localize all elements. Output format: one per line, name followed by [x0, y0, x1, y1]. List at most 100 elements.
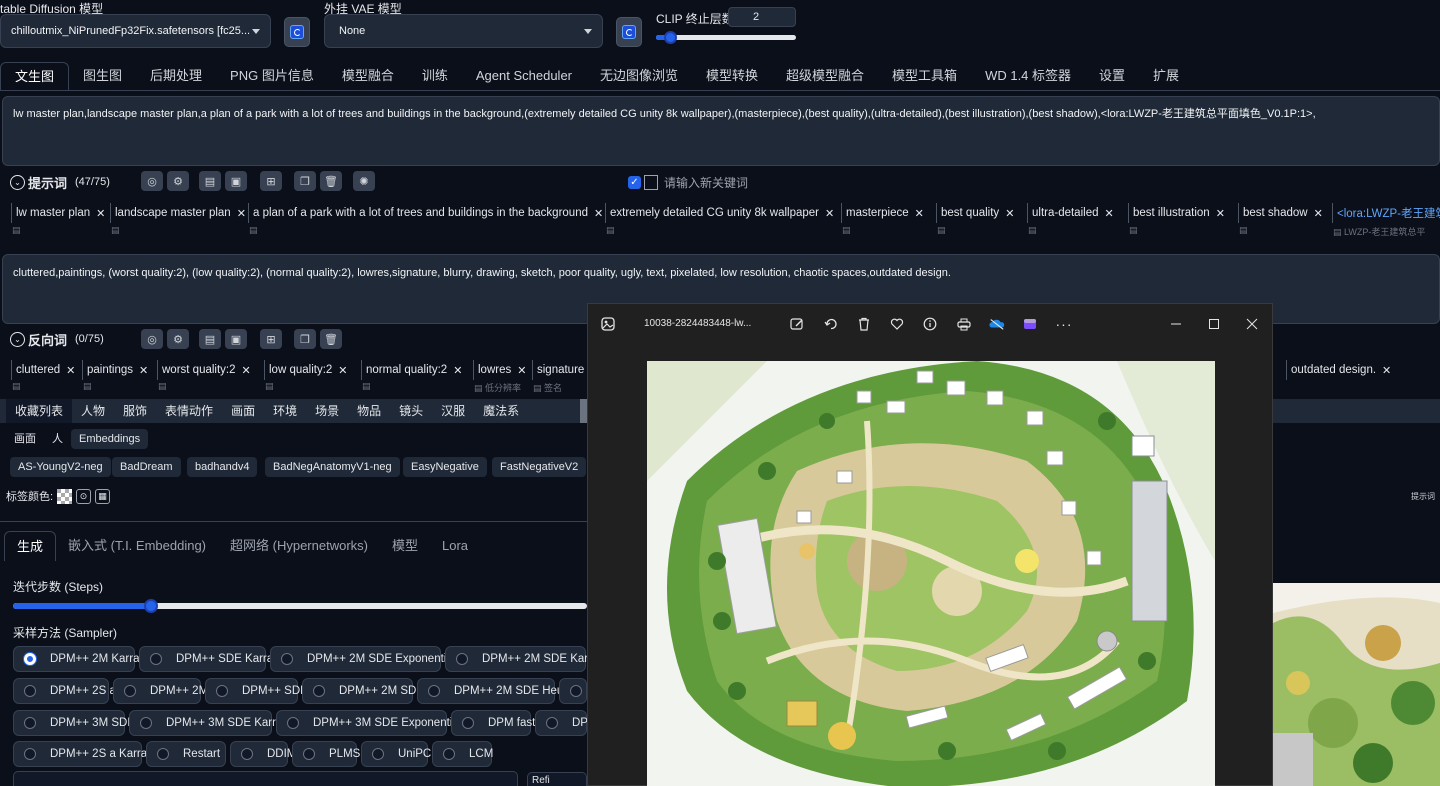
category-tab[interactable]: 人物 [72, 399, 114, 423]
category-tab[interactable]: 服饰 [114, 399, 156, 423]
tab-agent-scheduler[interactable]: Agent Scheduler [462, 62, 586, 90]
prompt-tag[interactable]: best shadow ✕ [1238, 203, 1327, 223]
tab-extras[interactable]: 后期处理 [136, 62, 216, 90]
sampler-option[interactable]: Restart [146, 741, 226, 767]
tab-model-toolkit[interactable]: 模型工具箱 [878, 62, 971, 90]
close-icon[interactable]: ✕ [915, 207, 924, 220]
trash-icon[interactable]: 🗑 [320, 171, 342, 191]
close-icon[interactable]: ✕ [594, 207, 603, 220]
sampler-option[interactable] [559, 678, 587, 704]
openai-icon[interactable]: ✺ [353, 171, 375, 191]
generation-tab[interactable]: 超网络 (Hypernetworks) [218, 531, 380, 561]
category-tab[interactable]: 收藏列表 [6, 399, 73, 423]
sampler-option[interactable]: DPM++ 2S a [13, 678, 116, 704]
embedding-chip[interactable]: AS-YoungV2-neg [10, 457, 111, 477]
prompt-tag[interactable]: lw master plan ✕ [11, 203, 109, 223]
preview-image-partial[interactable] [1273, 583, 1440, 786]
category-tab[interactable]: 画面 [222, 399, 264, 423]
tab-image-browser[interactable]: 无边图像浏览 [586, 62, 692, 90]
embedding-chip[interactable]: EasyNegative [403, 457, 487, 477]
prompt-tag[interactable]: <lora:LWZP-老王建筑 [1332, 203, 1440, 223]
negative-tag[interactable]: worst quality:2 ✕ [157, 360, 255, 380]
sampler-option[interactable]: DPM++ 2M Karras [13, 646, 145, 672]
scrollbar[interactable] [580, 399, 587, 423]
sampler-option[interactable]: PLMS [292, 741, 360, 767]
sampler-option[interactable]: DPM++ 3M SDE Karras [129, 710, 288, 736]
generation-tab[interactable]: 嵌入式 (T.I. Embedding) [56, 531, 218, 561]
bookmark-icon[interactable]: ▣ [225, 171, 247, 191]
prompt-tag[interactable]: masterpiece ✕ [841, 203, 928, 223]
reset-icon[interactable]: ⊙ [76, 488, 92, 504]
heart-icon[interactable] [889, 316, 905, 332]
category-tab[interactable]: 场景 [306, 399, 348, 423]
close-icon[interactable]: ✕ [1005, 207, 1014, 220]
close-icon[interactable]: ✕ [66, 364, 75, 377]
tab-img2img[interactable]: 图生图 [69, 62, 136, 90]
hires-fix-panel[interactable] [13, 771, 518, 786]
gear-icon[interactable]: ⚙ [167, 171, 189, 191]
sampler-option[interactable]: DPM++ SDE Karras [139, 646, 279, 672]
sampler-option[interactable]: DPM++ 2M SDE Heun [417, 678, 570, 704]
negative-tag[interactable]: outdated design. ✕ [1286, 360, 1395, 380]
sampler-option[interactable]: DDIM [230, 741, 296, 767]
save-icon[interactable]: ▦ [95, 488, 111, 504]
clipboard-icon[interactable]: ▤ [199, 329, 221, 349]
minimize-icon[interactable] [1168, 316, 1184, 332]
gear-icon[interactable]: ⚙ [167, 329, 189, 349]
print-icon[interactable] [956, 316, 972, 332]
tab-train[interactable]: 训练 [408, 62, 462, 90]
sampler-option[interactable]: DPM++ 2M SDE Karras [445, 646, 604, 672]
onedrive-icon[interactable] [989, 316, 1005, 332]
close-icon[interactable]: ✕ [453, 364, 462, 377]
generation-tab[interactable]: Lora [430, 531, 480, 561]
clipboard-icon[interactable]: ▤ [199, 171, 221, 191]
tab-model-convert[interactable]: 模型转换 [692, 62, 772, 90]
prompt-tag[interactable]: landscape master plan ✕ [110, 203, 250, 223]
generation-tab[interactable]: 生成 [4, 531, 57, 561]
model-dropdown[interactable]: chilloutmix_NiPrunedFp32Fix.safetensors … [0, 14, 271, 48]
sampler-option[interactable]: DPM fast [451, 710, 535, 736]
globe-icon[interactable]: ◎ [141, 171, 163, 191]
trash-icon[interactable] [856, 316, 872, 332]
tab-wd-tagger[interactable]: WD 1.4 标签器 [971, 62, 1085, 90]
negative-tag[interactable]: low quality:2 ✕ [264, 360, 352, 380]
info-icon[interactable] [922, 316, 938, 332]
tab-settings[interactable]: 设置 [1085, 62, 1139, 90]
clip-slider-handle[interactable] [664, 31, 677, 44]
negative-tag[interactable]: cluttered ✕ [11, 360, 79, 380]
color-picker-icon[interactable] [57, 488, 73, 504]
bookmark-icon[interactable]: ▣ [225, 329, 247, 349]
category-tab[interactable]: 魔法系 [474, 399, 528, 423]
category-tab[interactable]: 汉服 [432, 399, 474, 423]
tab-png-info[interactable]: PNG 图片信息 [216, 62, 328, 90]
tab-super-merge[interactable]: 超级模型融合 [772, 62, 878, 90]
edit-icon[interactable] [789, 316, 805, 332]
collapse-icon[interactable]: ⌄ [10, 174, 25, 190]
sub-tab[interactable]: Embeddings [71, 429, 149, 449]
category-tab[interactable]: 表情动作 [156, 399, 222, 423]
clipchamp-icon[interactable] [1022, 316, 1038, 332]
close-icon[interactable]: ✕ [1104, 207, 1113, 220]
steps-slider-handle[interactable] [143, 599, 158, 613]
collapse-icon[interactable]: ⌄ [10, 331, 25, 347]
translate-icon[interactable]: ⊞ [260, 329, 282, 349]
embedding-chip[interactable]: badhandv4 [187, 457, 258, 477]
translate-icon[interactable]: ⊞ [260, 171, 282, 191]
refresh-model-button[interactable] [284, 17, 310, 47]
close-icon[interactable]: ✕ [1216, 207, 1225, 220]
refiner-panel[interactable]: Refi [527, 772, 587, 786]
close-icon[interactable]: ✕ [825, 207, 834, 220]
sub-tab[interactable]: 画面 [6, 429, 44, 449]
embedding-chip[interactable]: BadDream [112, 457, 181, 477]
trash-icon[interactable]: 🗑 [320, 329, 342, 349]
generation-tab[interactable]: 模型 [380, 531, 430, 561]
sampler-option[interactable]: UniPC [361, 741, 431, 767]
tab-merge[interactable]: 模型融合 [328, 62, 408, 90]
clip-slider[interactable] [656, 31, 796, 44]
prompt-tag[interactable]: best illustration ✕ [1128, 203, 1229, 223]
rotate-icon[interactable] [823, 316, 839, 332]
negative-tag[interactable]: signature [532, 360, 588, 380]
category-tab[interactable]: 环境 [264, 399, 306, 423]
prompt-tag[interactable]: a plan of a park with a lot of trees and… [248, 203, 607, 223]
vae-dropdown[interactable]: None [324, 14, 603, 48]
